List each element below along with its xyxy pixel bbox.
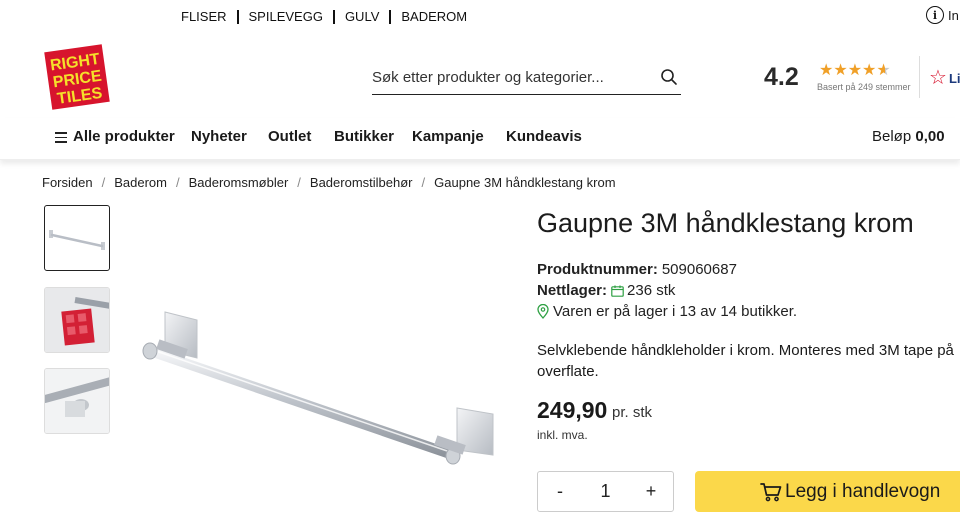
thumbnail-2[interactable]	[44, 287, 110, 353]
star-outline-icon: ☆	[929, 67, 947, 89]
breadcrumb-baderom[interactable]: Baderom	[114, 175, 167, 190]
breadcrumb-current: Gaupne 3M håndklestang krom	[434, 175, 616, 190]
nav-nyheter[interactable]: Nyheter	[191, 128, 247, 145]
product-number-value: 509060687	[661, 261, 737, 278]
product-description: Selvklebende håndkleholder i krom. Monte…	[537, 340, 960, 382]
nav-kundeavis[interactable]: Kundeavis	[506, 128, 582, 145]
topnav-baderom[interactable]: BADEROM	[401, 9, 467, 24]
cart-total-label: Beløp	[872, 128, 912, 145]
increase-button[interactable]: +	[643, 481, 659, 502]
logo[interactable]: RIGHT PRICE TILES	[44, 44, 110, 110]
product-price: 249,90	[537, 397, 608, 423]
product-image[interactable]	[135, 300, 500, 470]
decrease-button[interactable]: -	[552, 481, 568, 502]
breadcrumb-baderomsmobler[interactable]: Baderomsmøbler	[189, 175, 289, 190]
star-icon: ★	[833, 62, 848, 79]
breadcrumb-baderomstilbehor[interactable]: Baderomstilbehør	[310, 175, 413, 190]
calendar-icon	[611, 285, 624, 297]
star-half-icon: ★	[876, 62, 891, 79]
info-icon: i	[926, 6, 944, 24]
trust-badge[interactable]: ☆ Li	[929, 67, 960, 89]
nav-butikker[interactable]: Butikker	[334, 128, 394, 145]
main-nav: Alle produkter Nyheter Outlet Butikker K…	[0, 118, 960, 160]
info-label: In	[948, 7, 959, 23]
quantity-value[interactable]: 1	[600, 481, 610, 502]
topnav-spilevegg[interactable]: SPILEVEGG	[249, 9, 323, 24]
divider	[389, 9, 392, 24]
store-stock[interactable]: Varen er på lager i 13 av 14 butikker.	[537, 303, 797, 320]
cart-total-amount: 0,00	[915, 128, 945, 145]
nav-kampanje[interactable]: Kampanje	[412, 128, 484, 145]
description-line: overflate.	[537, 363, 599, 380]
nav-outlet[interactable]: Outlet	[268, 128, 311, 145]
menu-icon[interactable]	[55, 132, 67, 143]
thumbnail-1[interactable]	[44, 205, 110, 271]
search-icon[interactable]	[660, 68, 678, 86]
topnav-gulv[interactable]: GULV	[345, 9, 379, 24]
product-number: Produktnummer: 509060687	[537, 261, 737, 278]
breadcrumb: Forsiden / Baderom / Baderomsmøbler / Ba…	[42, 175, 616, 190]
divider	[919, 56, 920, 98]
breadcrumb-forsiden[interactable]: Forsiden	[42, 175, 93, 190]
search-bar	[372, 62, 681, 95]
cart-total[interactable]: Beløp 0,00	[872, 128, 945, 145]
top-bar: FLISER SPILEVEGG GULV BADEROM i In	[0, 0, 960, 36]
trust-label: Li	[948, 70, 960, 86]
stock-label: Nettlager:	[537, 282, 608, 299]
stock-online: Nettlager: 236 stk	[537, 282, 675, 299]
star-icon: ★	[862, 62, 877, 79]
star-icon: ★	[819, 62, 834, 79]
rating-stars[interactable]: ★ ★ ★ ★ ★	[819, 62, 891, 79]
location-pin-icon	[537, 304, 549, 319]
stock-value: 236 stk	[627, 282, 676, 299]
topnav-fliser[interactable]: FLISER	[181, 9, 227, 24]
divider	[236, 9, 239, 24]
cart-icon	[760, 482, 782, 501]
top-nav: FLISER SPILEVEGG GULV BADEROM	[181, 9, 467, 24]
quantity-stepper: - 1 +	[537, 471, 674, 512]
rating-count: Basert på 249 stemmer	[817, 82, 911, 92]
info-link[interactable]: i In	[926, 6, 959, 24]
divider	[332, 9, 335, 24]
store-stock-text: Varen er på lager i 13 av 14 butikker.	[553, 303, 798, 320]
price-unit: pr. stk	[612, 404, 653, 421]
thumbnail-3[interactable]	[44, 368, 110, 434]
nav-all-products[interactable]: Alle produkter	[73, 128, 175, 145]
rating-score: 4.2	[764, 63, 799, 91]
description-line: Selvklebende håndkleholder i krom. Monte…	[537, 342, 954, 359]
product-title: Gaupne 3M håndklestang krom	[537, 208, 914, 238]
star-icon: ★	[847, 62, 863, 79]
search-input[interactable]	[372, 62, 652, 92]
add-to-cart-label: Legg i handlevogn	[785, 480, 941, 502]
product-number-label: Produktnummer:	[537, 261, 658, 278]
add-to-cart-button[interactable]: Legg i handlevogn	[695, 471, 960, 512]
vat-note: inkl. mva.	[537, 428, 588, 442]
